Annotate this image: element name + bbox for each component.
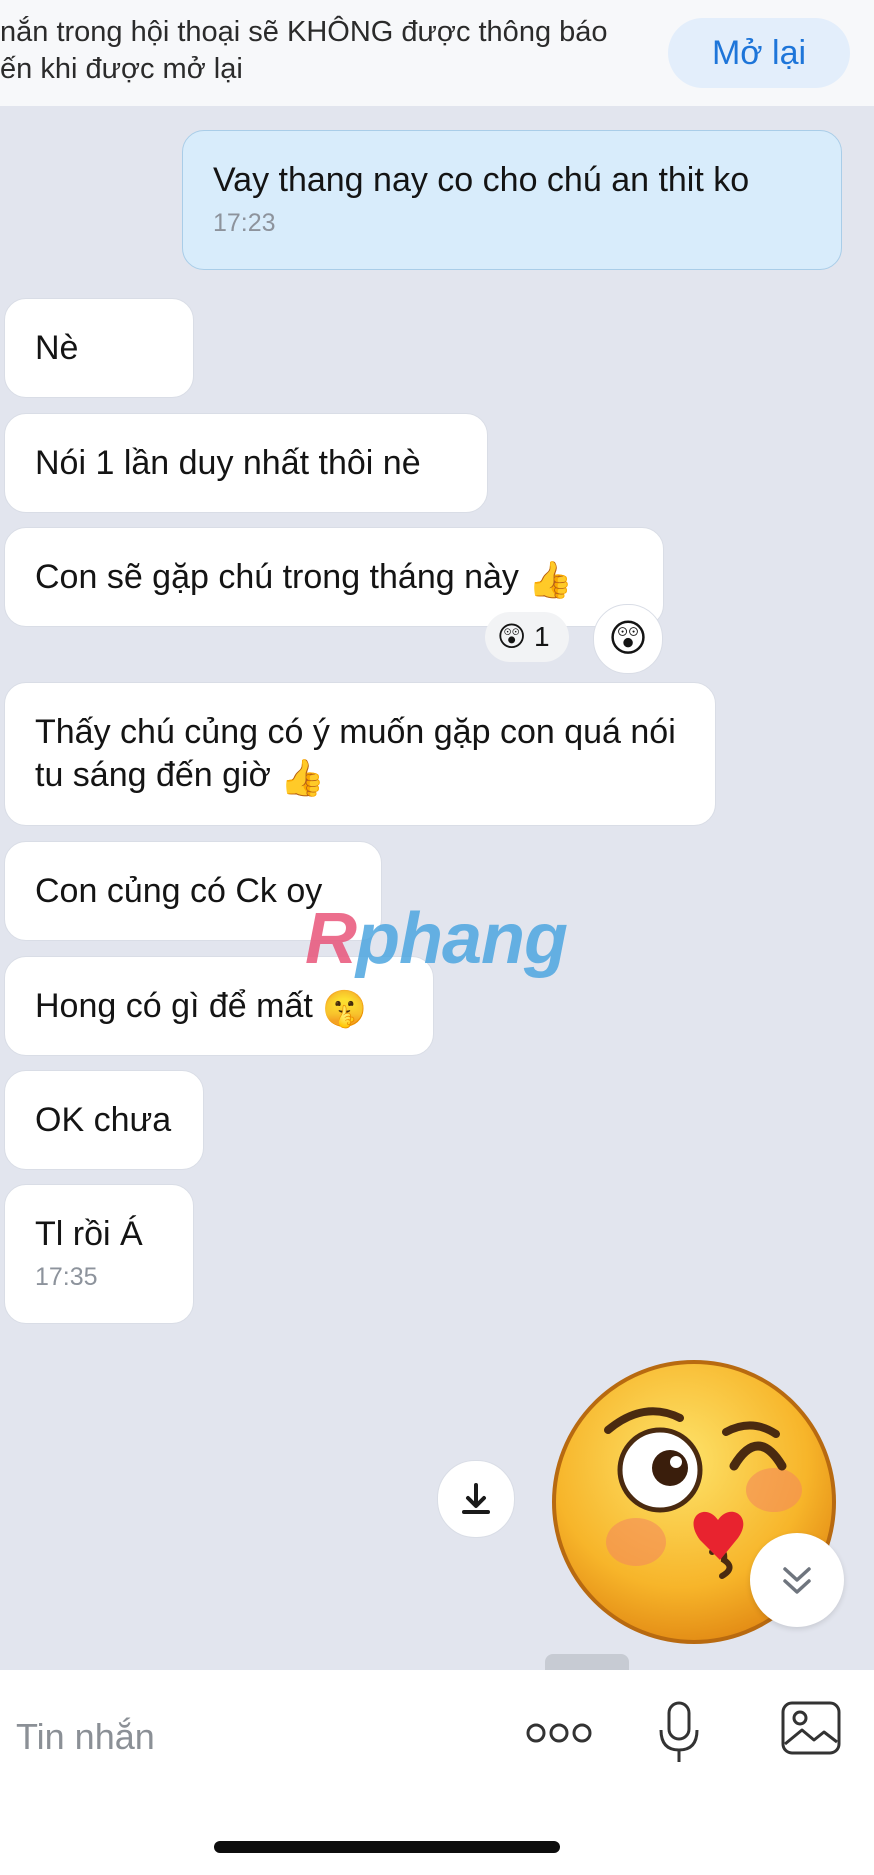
message-input[interactable] (14, 1706, 498, 1768)
add-reaction-button[interactable]: 😲 (593, 604, 663, 674)
message-bubble-incoming[interactable]: Nè (4, 298, 194, 398)
muted-notice-banner: nắn trong hội thoại sẽ KHÔNG được thông … (0, 0, 874, 106)
reaction-summary[interactable]: 😲 1 (485, 612, 569, 662)
reopen-button[interactable]: Mở lại (668, 18, 850, 88)
message-text: OK chưa (35, 1101, 172, 1139)
message-text: Con sẽ gặp chú trong tháng này (35, 558, 519, 596)
time-pill (545, 1654, 629, 1670)
message-bubble-incoming[interactable]: Nói 1 lần duy nhất thôi nè (4, 413, 488, 513)
reaction-emoji: 😲 (497, 621, 527, 652)
thumbs-up-emoji: 👍 (280, 757, 326, 798)
thumbs-up-emoji: 👍 (528, 559, 574, 600)
image-icon[interactable] (780, 1700, 842, 1756)
composer-bar (0, 1670, 874, 1875)
watermark-logo: Rphang (305, 899, 568, 979)
message-text: Nói 1 lần duy nhất thôi nè (35, 444, 421, 482)
reaction-count: 1 (533, 621, 550, 652)
message-bubble-outgoing[interactable]: Vay thang nay co cho chú an thit ko 17:2… (182, 130, 842, 270)
message-text: Con củng có Ck oy (35, 872, 323, 910)
scroll-to-bottom-button[interactable] (750, 1533, 844, 1627)
message-bubble-incoming[interactable]: OK chưa (4, 1070, 204, 1170)
message-time: 17:23 (213, 209, 276, 237)
download-button[interactable] (437, 1460, 515, 1538)
double-chevron-down-icon (783, 1567, 811, 1594)
home-indicator (214, 1841, 560, 1853)
message-text: Nè (35, 329, 79, 367)
download-icon (462, 1483, 490, 1514)
more-dots-icon[interactable] (526, 1718, 592, 1748)
shushing-face-emoji: 🤫 (322, 988, 368, 1029)
message-text: Tl rồi Á (35, 1215, 143, 1253)
message-bubble-incoming[interactable]: Con sẽ gặp chú trong tháng này 👍 (4, 527, 664, 627)
message-bubble-incoming[interactable]: Tl rồi Á 17:35 (4, 1184, 194, 1324)
surprised-face-icon: 😲 (608, 618, 648, 660)
message-bubble-incoming[interactable]: Thấy chú củng có ý muốn gặp con quá nói … (4, 682, 716, 826)
message-text: Hong có gì để mất (35, 987, 313, 1025)
message-time: 17:35 (35, 1263, 98, 1291)
muted-notice-text: nắn trong hội thoại sẽ KHÔNG được thông … (0, 16, 608, 85)
message-text: Thấy chú củng có ý muốn gặp con quá nói … (35, 713, 676, 794)
message-text: Vay thang nay co cho chú an thit ko (213, 161, 750, 199)
microphone-icon[interactable] (656, 1700, 702, 1766)
